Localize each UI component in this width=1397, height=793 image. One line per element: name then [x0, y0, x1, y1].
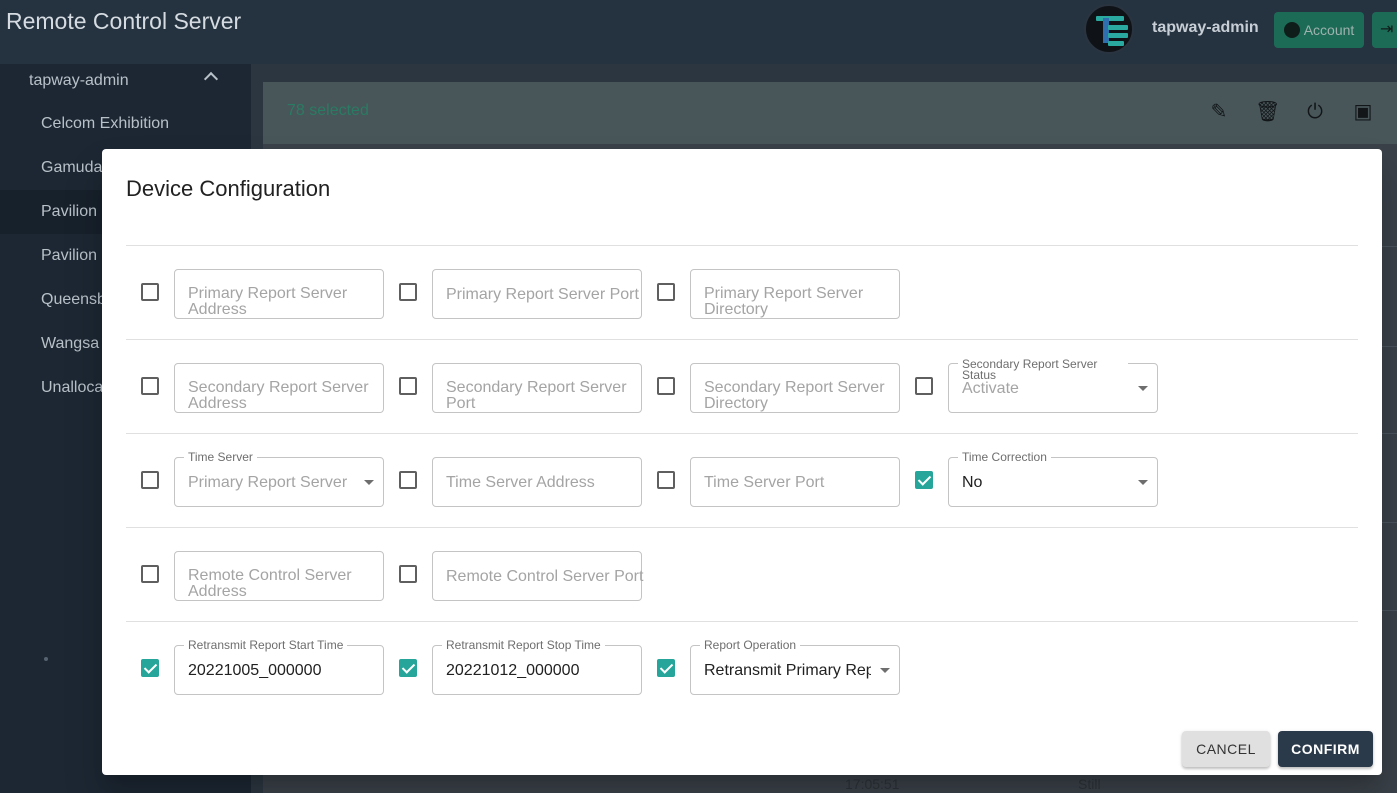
dropdown-arrow-icon[interactable] [364, 480, 374, 485]
retransmit-report-start-time-field[interactable]: Retransmit Report Start Time 20221005_000… [174, 639, 384, 695]
field-label: Report Operation [700, 639, 801, 651]
account-button-label: Account [1303, 22, 1355, 38]
image-icon[interactable]: ▣ [1351, 100, 1375, 124]
sidebar-group-label[interactable]: tapway-admin [29, 72, 129, 90]
table-divider [1382, 346, 1397, 347]
remote-control-server-address-field[interactable]: Remote Control Server Address [174, 551, 384, 601]
remote-control-server-address-checkbox[interactable] [141, 565, 159, 583]
table-divider [1382, 610, 1397, 611]
time-correction-select[interactable]: Time Correction No [948, 451, 1158, 507]
logout-button[interactable]: ⇥ [1372, 12, 1397, 48]
secondary-report-server-address-checkbox[interactable] [141, 377, 159, 395]
dropdown-arrow-icon[interactable] [880, 668, 890, 673]
placeholder-text: Remote Control Server Address [188, 568, 352, 600]
placeholder-text: Time Server Address [446, 474, 595, 491]
divider [126, 527, 1358, 528]
time-server-checkbox[interactable] [141, 471, 159, 489]
secondary-report-server-directory-field[interactable]: Secondary Report Server Directory [690, 363, 900, 413]
sidebar-item[interactable]: Celcom Exhibition [0, 102, 251, 146]
primary-report-server-directory-checkbox[interactable] [657, 283, 675, 301]
field-value: Retransmit Primary Report [704, 662, 871, 679]
remote-control-server-port-field[interactable]: Remote Control Server Port [432, 551, 644, 601]
field-label: Secondary Report Server Status [958, 358, 1128, 381]
field-value: Activate [962, 380, 1019, 397]
field-value: No [962, 474, 983, 491]
delete-icon[interactable]: 🗑 [1255, 100, 1280, 124]
dropdown-arrow-icon[interactable] [1138, 480, 1148, 485]
secondary-report-server-status-select[interactable]: Secondary Report Server Status Activate [948, 358, 1158, 413]
secondary-report-server-port-checkbox[interactable] [399, 377, 417, 395]
divider [126, 339, 1358, 340]
time-server-port-checkbox[interactable] [657, 471, 675, 489]
retransmit-report-stop-time-checkbox[interactable] [399, 659, 417, 677]
placeholder-text: Primary Report Server Port [446, 286, 639, 303]
table-divider [1382, 433, 1397, 434]
placeholder-text: Secondary Report Server Address [188, 380, 369, 412]
secondary-report-server-status-checkbox[interactable] [915, 377, 933, 395]
secondary-report-server-directory-checkbox[interactable] [657, 377, 675, 395]
primary-report-server-directory-field[interactable]: Primary Report Server Directory [690, 269, 900, 319]
cancel-button[interactable]: CANCEL [1182, 731, 1270, 767]
field-value: 20221005_000000 [188, 662, 322, 679]
retransmit-report-start-time-checkbox[interactable] [141, 659, 159, 677]
placeholder-text: Primary Report Server Directory [704, 286, 864, 318]
secondary-report-server-port-field[interactable]: Secondary Report Server Port [432, 363, 642, 413]
confirm-button[interactable]: CONFIRM [1278, 731, 1373, 767]
sidebar-dot [44, 657, 48, 661]
placeholder-text: Secondary Report Server Port [446, 380, 627, 412]
top-app-bar: Remote Control Server tapway-admin Accou… [0, 0, 1397, 64]
placeholder-text: Primary Report Server Address [188, 286, 348, 318]
remote-control-server-port-checkbox[interactable] [399, 565, 417, 583]
dropdown-arrow-icon[interactable] [1138, 386, 1148, 391]
table-cell-time: 17:05:51 [845, 776, 900, 792]
divider [126, 433, 1358, 434]
logout-icon: ⇥ [1380, 21, 1394, 38]
selected-count: 78 selected [287, 102, 369, 119]
time-server-address-field[interactable]: Time Server Address [432, 457, 642, 507]
account-circle-icon [1283, 22, 1300, 38]
time-correction-checkbox[interactable] [915, 471, 933, 489]
field-label: Time Correction [958, 451, 1051, 463]
table-divider [1382, 522, 1397, 523]
divider [126, 621, 1358, 622]
table-cell-status: Still [1078, 776, 1101, 792]
report-operation-select[interactable]: Report Operation Retransmit Primary Repor… [690, 639, 900, 695]
edit-icon[interactable]: ✎ [1207, 100, 1231, 124]
dialog-title: Device Configuration [126, 176, 331, 201]
time-server-port-field[interactable]: Time Server Port [690, 457, 900, 507]
app-title: Remote Control Server [6, 8, 242, 34]
primary-report-server-address-checkbox[interactable] [141, 283, 159, 301]
time-server-select[interactable]: Time Server Primary Report Server [174, 451, 384, 507]
placeholder-text: Time Server Port [704, 474, 825, 491]
divider [126, 245, 1358, 246]
primary-report-server-address-field[interactable]: Primary Report Server Address [174, 269, 384, 319]
device-configuration-dialog: Device Configuration Primary Report Serv… [102, 149, 1382, 775]
time-server-address-checkbox[interactable] [399, 471, 417, 489]
placeholder-text: Secondary Report Server Directory [704, 380, 885, 412]
field-value: Primary Report Server [188, 474, 348, 491]
primary-report-server-port-field[interactable]: Primary Report Server Port [432, 269, 642, 319]
account-button[interactable]: Account [1274, 12, 1364, 48]
secondary-report-server-address-field[interactable]: Secondary Report Server Address [174, 363, 384, 413]
logo [1084, 4, 1134, 54]
power-icon[interactable]: ⏻ [1303, 100, 1327, 124]
field-label: Retransmit Report Start Time [184, 639, 348, 651]
field-label: Retransmit Report Stop Time [442, 639, 605, 651]
table-divider [1382, 246, 1397, 247]
primary-report-server-port-checkbox[interactable] [399, 283, 417, 301]
placeholder-text: Remote Control Server Port [446, 568, 644, 585]
field-value: 20221012_000000 [446, 662, 580, 679]
user-name: tapway-admin [1152, 19, 1259, 36]
report-operation-checkbox[interactable] [657, 659, 675, 677]
retransmit-report-stop-time-field[interactable]: Retransmit Report Stop Time 20221012_0000… [432, 639, 642, 695]
field-label: Time Server [184, 451, 257, 463]
